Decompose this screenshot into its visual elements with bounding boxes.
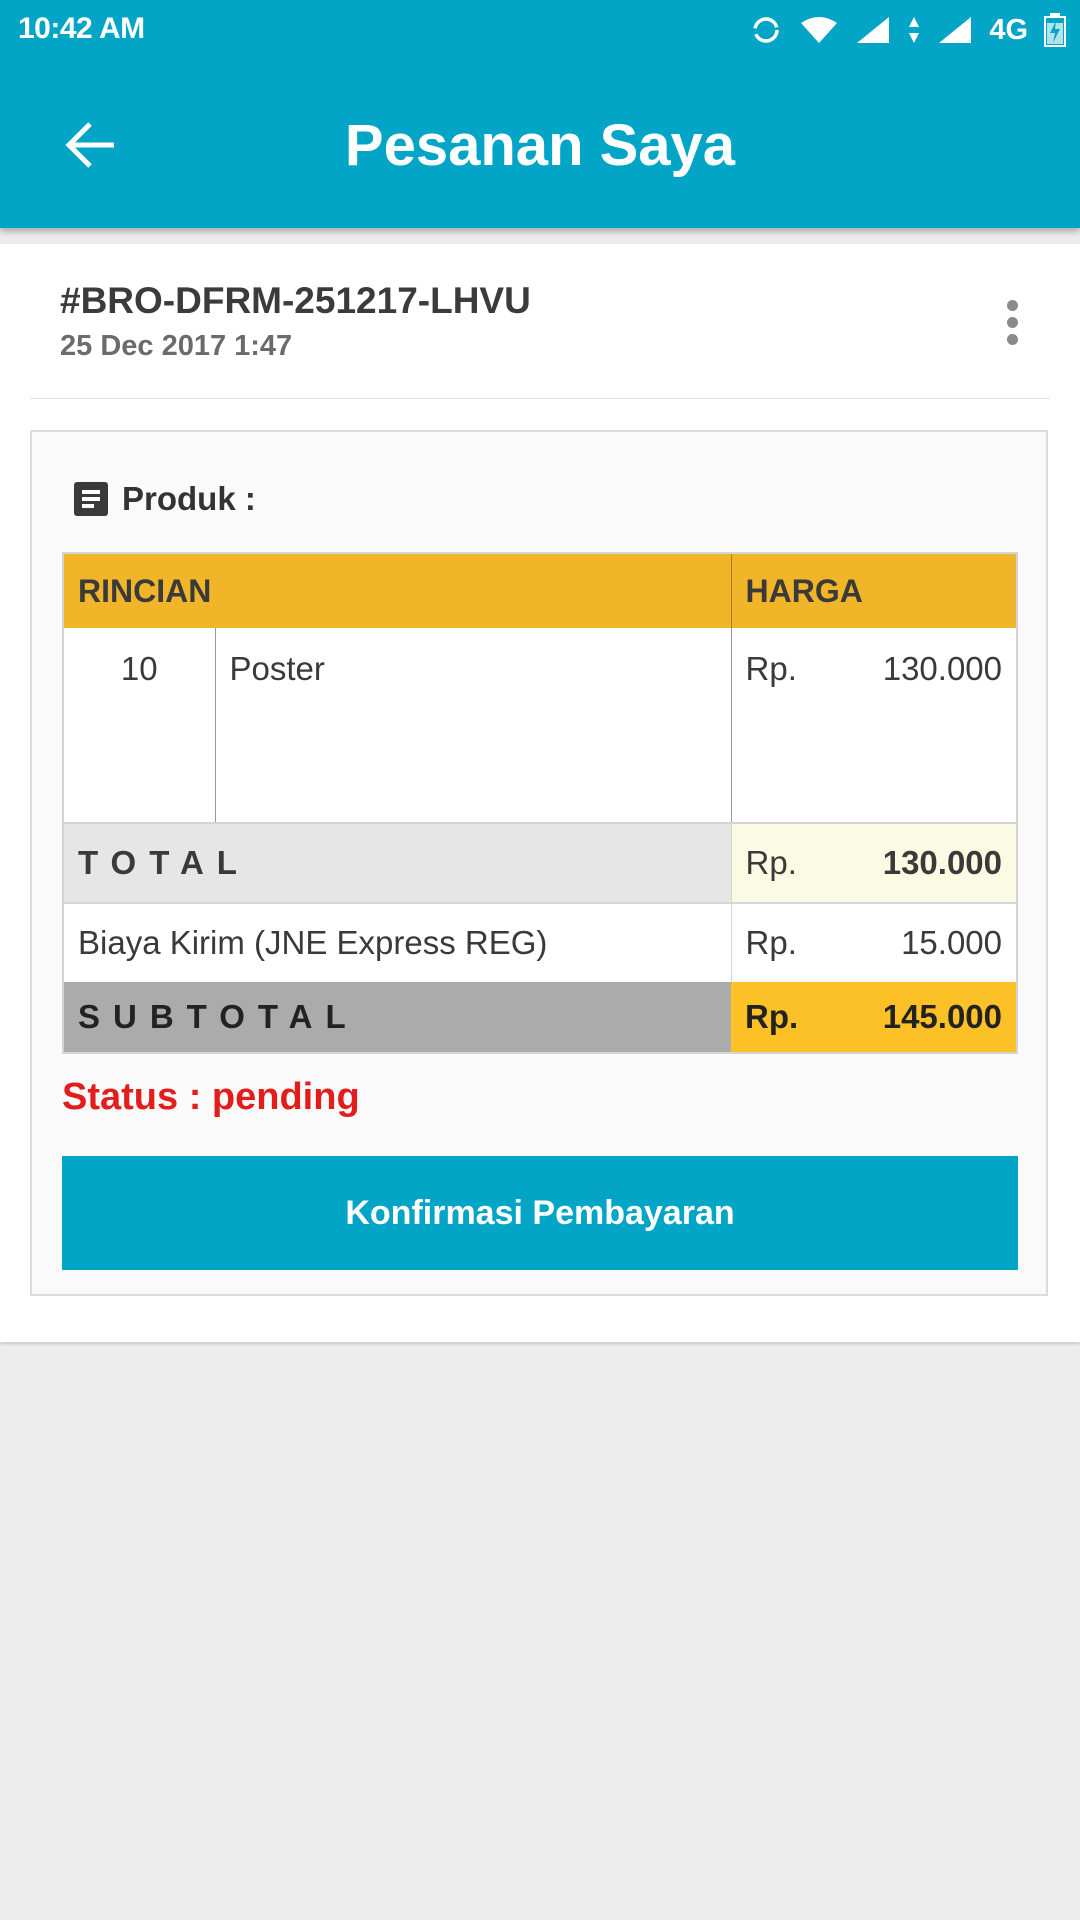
order-date: 25 Dec 2017 1:47 [60,330,293,362]
document-icon [74,482,108,516]
data-arrows-icon [909,17,920,43]
subtotal-value: 145.000 [882,998,1003,1035]
item-name: Poster [215,628,732,823]
products-panel: Produk : RINCIAN HARGA 10 Poster Rp. 130… [30,430,1048,1296]
total-value-cell: Rp. 130.000 [730,822,1018,903]
shipping-currency: Rp. [745,924,797,961]
table-row: 10 Poster Rp. 130.000 [63,628,1018,823]
app-bar: Pesanan Saya [0,60,1080,228]
item-quantity: 10 [63,628,216,823]
subtotal-label: SUBTOTAL [63,982,732,1053]
order-status: Status : pending [62,1076,360,1118]
item-currency: Rp. [745,650,797,687]
wifi-icon [801,17,838,43]
subtotal-value-cell: Rp. 145.000 [731,982,1018,1053]
shipping-label: Biaya Kirim (JNE Express REG) [63,902,732,982]
column-header-price: HARGA [730,553,1018,628]
status-time: 10:42 AM [18,12,145,45]
total-currency: Rp. [745,844,797,881]
item-price-cell: Rp. 130.000 [731,628,1018,823]
battery-charging-icon [1044,13,1066,47]
order-details-table: RINCIAN HARGA 10 Poster Rp. 130.000 TOTA… [62,552,1019,1054]
more-vert-icon[interactable] [1000,300,1024,350]
status-icons: 4G [749,10,1066,50]
network-type-label: 4G [989,13,1028,46]
shipping-row: Biaya Kirim (JNE Express REG) Rp. 15.000 [63,902,1018,982]
subtotal-row: SUBTOTAL Rp. 145.000 [63,982,1018,1053]
subtotal-currency: Rp. [745,998,799,1035]
total-value: 130.000 [882,844,1003,881]
page-title: Pesanan Saya [344,113,736,178]
column-header-detail: RINCIAN [63,553,732,628]
shipping-value: 15.000 [901,924,1003,961]
products-heading-label: Produk : [122,480,256,517]
order-card: #BRO-DFRM-251217-LHVU 25 Dec 2017 1:47 P… [0,244,1080,1342]
item-price: 130.000 [882,650,1003,687]
confirm-payment-button[interactable]: Konfirmasi Pembayaran [62,1156,1018,1270]
shipping-value-cell: Rp. 15.000 [730,902,1018,982]
products-heading: Produk : [74,480,256,518]
signal-icon [939,17,972,43]
signal-icon [857,17,890,43]
total-label: TOTAL [63,822,732,903]
table-header: RINCIAN HARGA [63,553,1018,628]
sync-icon [753,17,780,43]
order-id: #BRO-DFRM-251217-LHVU [60,280,531,321]
status-bar: 10:42 AM 4G [0,0,1080,60]
total-row: TOTAL Rp. 130.000 [63,822,1018,903]
order-header: #BRO-DFRM-251217-LHVU 25 Dec 2017 1:47 [30,244,1050,399]
